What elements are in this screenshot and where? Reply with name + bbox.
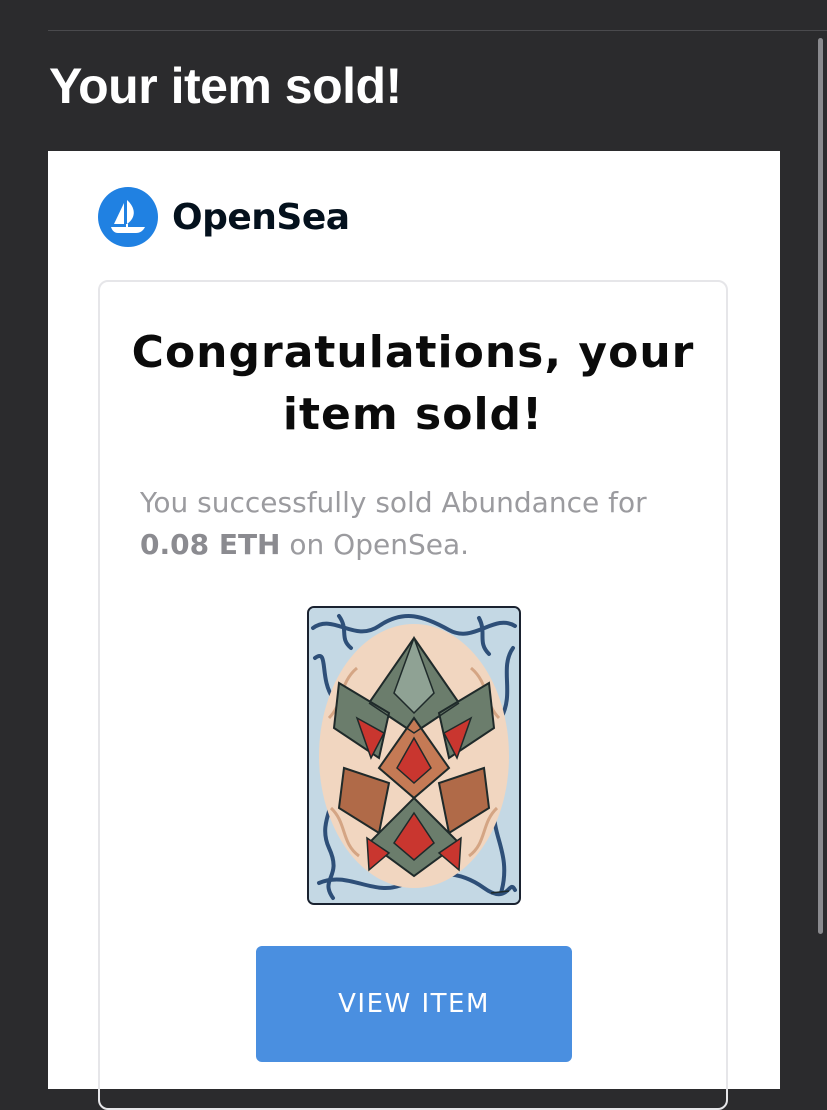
- sale-card: Congratulations, your item sold! You suc…: [98, 280, 728, 1110]
- headline: Congratulations, your item sold!: [131, 327, 695, 440]
- sale-message: You successfully sold Abundance for 0.08…: [140, 482, 700, 566]
- sale-price: 0.08 ETH: [140, 528, 281, 561]
- item-image[interactable]: [307, 606, 521, 905]
- email-subject: Your item sold!: [49, 58, 402, 114]
- email-body: OpenSea Congratulations, your item sold!…: [48, 151, 780, 1110]
- opensea-ship-icon: [98, 187, 158, 247]
- scrollbar[interactable]: [818, 38, 823, 934]
- message-suffix: on OpenSea.: [289, 528, 470, 561]
- brand-name: OpenSea: [172, 196, 350, 238]
- brand-header[interactable]: OpenSea: [98, 187, 350, 247]
- header-divider: [48, 30, 827, 31]
- message-prefix: You successfully sold Abundance for: [140, 486, 647, 519]
- view-item-button[interactable]: VIEW ITEM: [256, 946, 572, 1062]
